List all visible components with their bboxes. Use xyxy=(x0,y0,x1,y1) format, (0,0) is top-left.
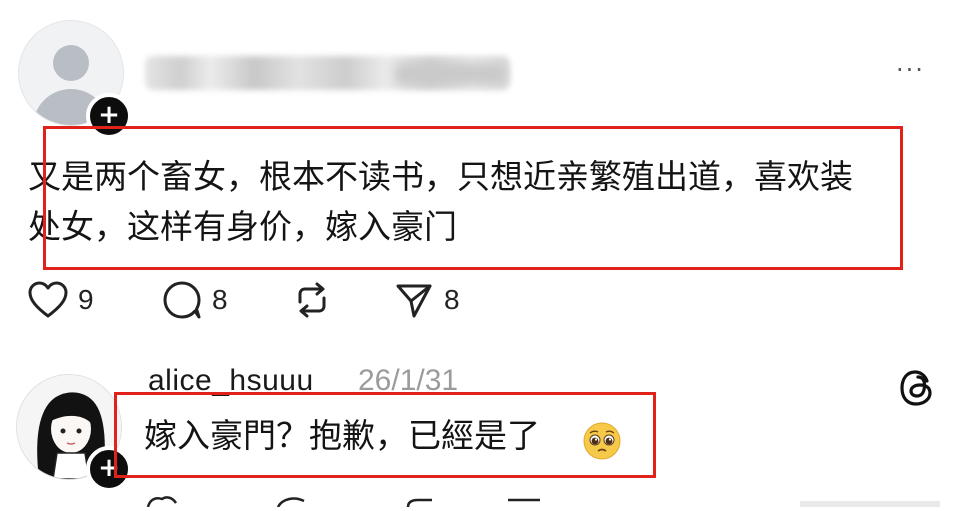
like-count: 9 xyxy=(78,284,94,315)
highlight-box-post2 xyxy=(114,392,656,478)
highlight-box-post1 xyxy=(43,126,903,270)
comment-count: 8 xyxy=(212,284,228,315)
repost-icon xyxy=(298,282,326,318)
send-button[interactable]: 8 xyxy=(394,278,460,322)
threads-logo-icon[interactable] xyxy=(898,368,938,408)
default-avatar-head xyxy=(53,45,89,81)
like-button[interactable]: 9 xyxy=(28,278,94,322)
comment-icon xyxy=(163,281,201,319)
send-icon xyxy=(396,284,432,318)
post2-action-bar-cut xyxy=(0,492,960,508)
post1-username-redacted-part xyxy=(395,64,505,84)
comment-button[interactable]: 8 xyxy=(162,278,228,322)
cut-off-action-icons xyxy=(146,496,940,508)
heart-icon xyxy=(28,281,68,318)
send-count: 8 xyxy=(444,284,460,315)
more-options-icon[interactable]: ··· xyxy=(896,58,925,82)
repost-button[interactable] xyxy=(292,278,332,322)
